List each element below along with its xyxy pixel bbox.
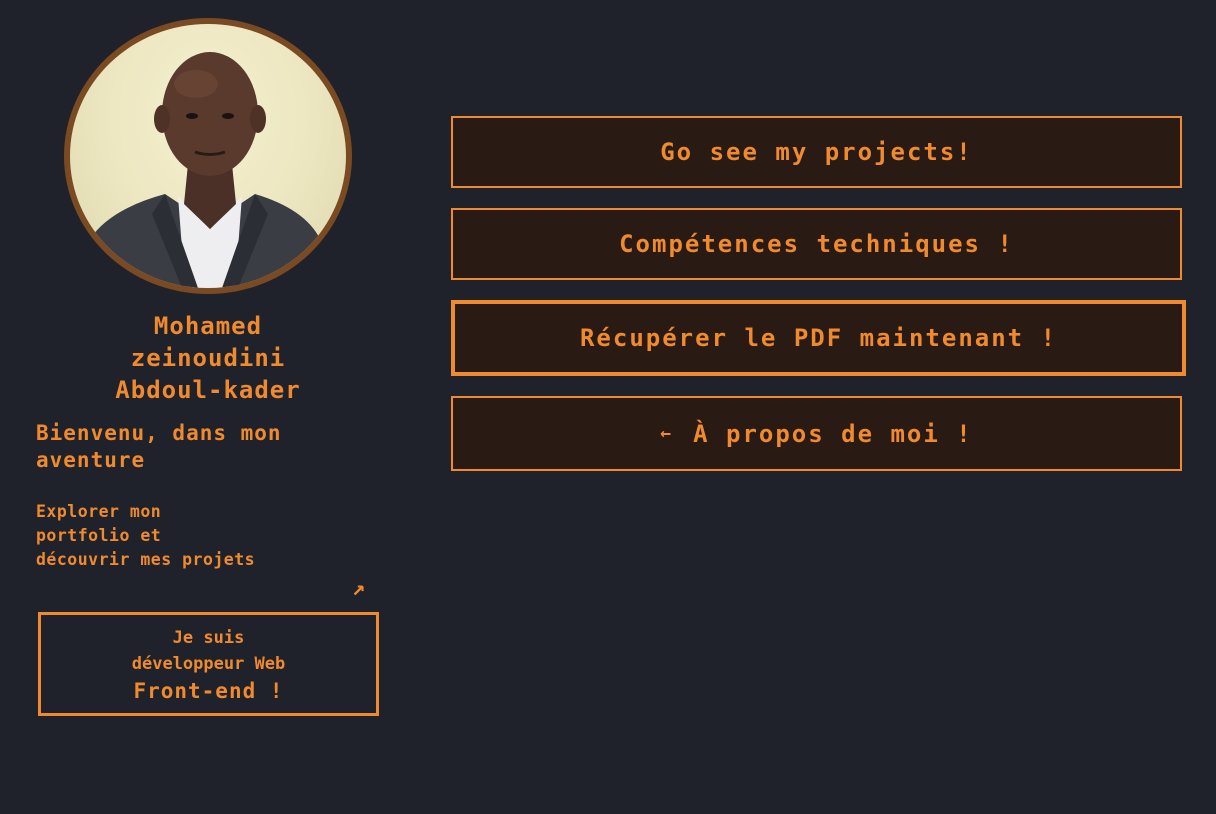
welcome-text: Bienvenu, dans mon aventure [36, 421, 282, 472]
role-line3: Front-end ! [133, 679, 284, 703]
skills-button-label: Compétences techniques ! [619, 230, 1014, 258]
arrow-left-icon: ← [660, 423, 672, 444]
profile-name: Mohamed zeinoudini Abdoul-kader [40, 310, 376, 406]
explore-text-line1: Explorer mon [36, 502, 162, 521]
download-pdf-button[interactable]: Récupérer le PDF maintenant ! [451, 300, 1186, 376]
skills-button[interactable]: Compétences techniques ! [451, 208, 1182, 280]
about-button[interactable]: ← À propos de moi ! [451, 396, 1182, 471]
profile-photo [64, 18, 352, 294]
projects-button-label: Go see my projects! [660, 138, 973, 166]
role-badge: Je suis développeur Web Front-end ! [38, 612, 379, 716]
profile-name-middle: zeinoudini [130, 344, 286, 372]
role-line2: développeur Web [131, 654, 286, 674]
explore-text-line2: portfolio et [36, 526, 162, 545]
explore-text-line3: découvrir mes projets [36, 550, 256, 569]
download-pdf-button-label: Récupérer le PDF maintenant ! [579, 324, 1058, 352]
about-button-label: À propos de moi ! [693, 419, 973, 448]
role-line1: Je suis [172, 628, 245, 648]
arrow-up-right-icon: ↗ [352, 576, 366, 601]
profile-name-first: Mohamed [153, 312, 263, 340]
profile-photo-illustration [80, 52, 336, 288]
profile-name-last: Abdoul-kader [115, 376, 301, 404]
explore-text: Explorer mon portfolio et découvrir mes … [36, 500, 382, 572]
projects-button[interactable]: Go see my projects! [451, 116, 1182, 188]
